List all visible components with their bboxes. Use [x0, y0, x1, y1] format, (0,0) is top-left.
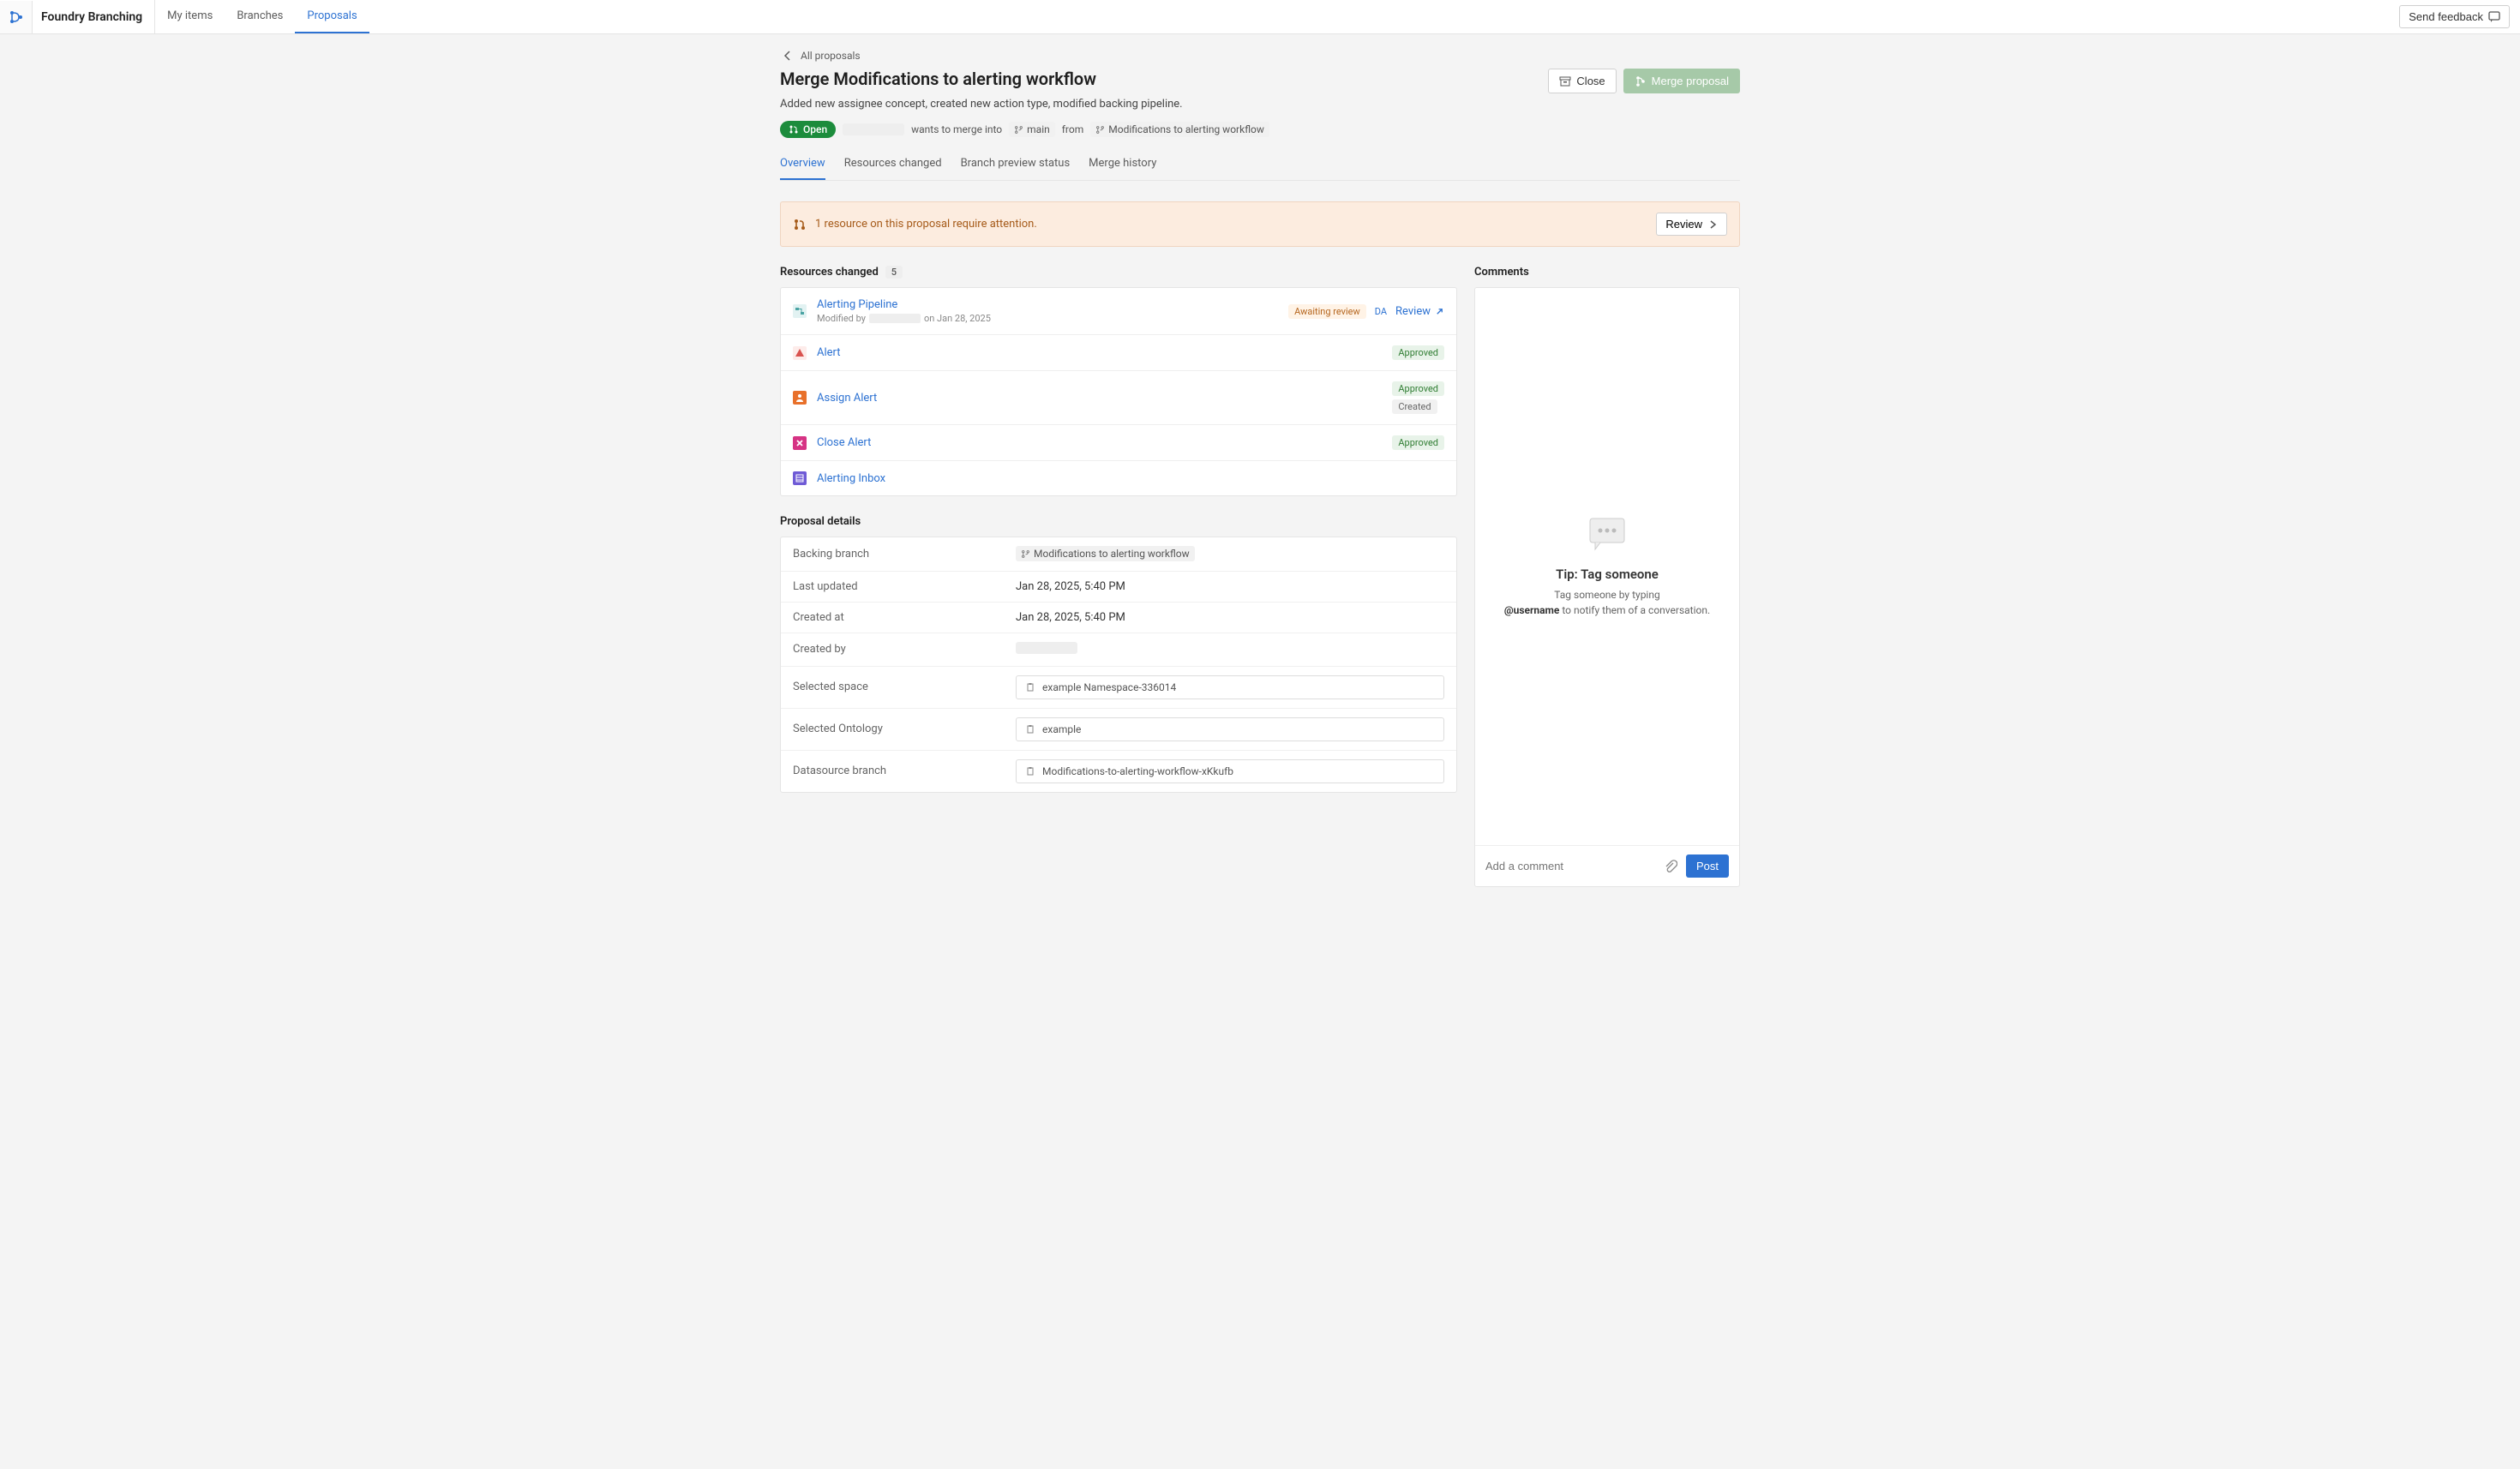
attention-banner: 1 resource on this proposal require atte…	[780, 201, 1740, 247]
inbox-icon	[793, 471, 807, 485]
comment-input[interactable]	[1485, 860, 1655, 872]
app-logo-icon	[0, 1, 33, 33]
last-updated-label: Last updated	[793, 580, 1016, 593]
banner-review-button[interactable]: Review	[1656, 213, 1727, 236]
source-branch-chip[interactable]: Modifications to alerting workflow	[1090, 122, 1269, 137]
approved-badge: Approved	[1392, 381, 1444, 396]
arrow-left-icon	[782, 50, 794, 62]
app-title: Foundry Branching	[33, 0, 155, 33]
resource-name[interactable]: Alerting Pipeline	[817, 298, 1278, 311]
created-by-label: Created by	[793, 643, 1016, 656]
status-line: Open wants to merge into main from Modif…	[780, 121, 1740, 138]
backing-branch-label: Backing branch	[793, 548, 1016, 561]
datasource-branch-field[interactable]: Modifications-to-alerting-workflow-xKkuf…	[1016, 759, 1444, 783]
resources-list: Alerting Pipeline Modified by on Jan 28,…	[780, 287, 1457, 496]
feedback-icon	[2488, 11, 2500, 23]
resource-name[interactable]: Alert	[817, 346, 1382, 359]
back-label: All proposals	[801, 50, 861, 62]
branch-icon	[1014, 125, 1023, 135]
resource-name[interactable]: Alerting Inbox	[817, 472, 1434, 485]
back-link[interactable]: All proposals	[780, 50, 861, 62]
clipboard-icon	[1025, 724, 1035, 734]
banner-text: 1 resource on this proposal require atte…	[815, 218, 1037, 231]
arrow-right-icon	[1707, 219, 1718, 230]
created-at-label: Created at	[793, 611, 1016, 624]
page-title: Merge Modifications to alerting workflow	[780, 69, 1096, 89]
clipboard-icon	[1025, 682, 1035, 693]
branch-icon	[1021, 549, 1030, 559]
modifier-redacted	[869, 314, 921, 323]
selected-ontology-label: Selected Ontology	[793, 723, 1016, 735]
merge-label: Merge proposal	[1652, 75, 1729, 87]
nav-tab-my-items[interactable]: My items	[155, 0, 225, 33]
close-button[interactable]: Close	[1548, 69, 1616, 93]
close-alert-icon	[793, 436, 807, 450]
subtab-branch-preview[interactable]: Branch preview status	[961, 150, 1071, 180]
archive-icon	[1559, 75, 1571, 87]
approved-badge: Approved	[1392, 435, 1444, 450]
nav-tab-branches[interactable]: Branches	[225, 0, 295, 33]
resource-row[interactable]: Assign Alert Approved Created	[781, 371, 1456, 425]
merge-icon	[1635, 75, 1647, 87]
nav-tabs: My items Branches Proposals	[155, 0, 369, 33]
resource-row[interactable]: Alerting Pipeline Modified by on Jan 28,…	[781, 288, 1456, 335]
resource-name[interactable]: Close Alert	[817, 436, 1382, 449]
resource-row[interactable]: Alert Approved	[781, 335, 1456, 371]
page-description: Added new assignee concept, created new …	[780, 98, 1740, 111]
datasource-branch-label: Datasource branch	[793, 764, 1016, 777]
chat-bubble-icon	[1585, 515, 1629, 555]
resources-heading: Resources changed 5	[780, 266, 1457, 279]
branch-icon	[1095, 125, 1105, 135]
post-button[interactable]: Post	[1686, 854, 1729, 878]
tip-text: Tag someone by typing @username to notif…	[1504, 587, 1710, 618]
comments-panel: Tip: Tag someone Tag someone by typing @…	[1474, 287, 1740, 887]
merge-text-2: from	[1062, 123, 1084, 135]
resource-row[interactable]: Close Alert Approved	[781, 425, 1456, 461]
clipboard-icon	[1025, 766, 1035, 776]
selected-space-field[interactable]: example Namespace-336014	[1016, 675, 1444, 699]
selected-space-label: Selected space	[793, 681, 1016, 693]
attachment-icon[interactable]	[1664, 860, 1677, 873]
resource-row[interactable]: Alerting Inbox	[781, 461, 1456, 495]
resources-count: 5	[885, 266, 903, 279]
comments-heading: Comments	[1474, 266, 1740, 279]
target-branch-chip[interactable]: main	[1009, 122, 1055, 137]
pull-request-icon	[789, 124, 799, 135]
details-heading: Proposal details	[780, 515, 1457, 528]
status-badge: Open	[780, 121, 836, 138]
backing-branch-chip[interactable]: Modifications to alerting workflow	[1016, 546, 1195, 561]
pull-request-warning-icon	[793, 218, 807, 231]
resource-subtext: Modified by on Jan 28, 2025	[817, 313, 1278, 324]
merge-text-1: wants to merge into	[911, 123, 1002, 135]
resource-name[interactable]: Assign Alert	[817, 392, 1382, 405]
author-redacted	[843, 123, 904, 135]
last-updated-value: Jan 28, 2025, 5:40 PM	[1016, 580, 1444, 593]
pipeline-icon	[793, 304, 807, 318]
resource-review-link[interactable]: Review	[1395, 305, 1444, 318]
sub-tabs: Overview Resources changed Branch previe…	[780, 150, 1740, 181]
selected-ontology-field[interactable]: example	[1016, 717, 1444, 741]
subtab-merge-history[interactable]: Merge history	[1089, 150, 1156, 180]
tip-title: Tip: Tag someone	[1556, 567, 1659, 582]
feedback-label: Send feedback	[2409, 10, 2483, 23]
created-by-redacted	[1016, 642, 1077, 654]
awaiting-review-badge: Awaiting review	[1288, 304, 1366, 319]
created-badge: Created	[1392, 399, 1437, 414]
alert-icon	[793, 346, 807, 360]
assign-icon	[793, 391, 807, 405]
close-label: Close	[1576, 75, 1605, 87]
nav-tab-proposals[interactable]: Proposals	[295, 0, 369, 33]
da-badge: DA	[1375, 306, 1387, 317]
subtab-overview[interactable]: Overview	[780, 150, 825, 180]
topbar: Foundry Branching My items Branches Prop…	[0, 0, 2520, 34]
proposal-details-card: Backing branch Modifications to alerting…	[780, 537, 1457, 793]
subtab-resources-changed[interactable]: Resources changed	[844, 150, 942, 180]
send-feedback-button[interactable]: Send feedback	[2399, 5, 2510, 28]
approved-badge: Approved	[1392, 345, 1444, 360]
merge-proposal-button[interactable]: Merge proposal	[1623, 69, 1740, 93]
external-link-icon	[1435, 307, 1444, 316]
created-at-value: Jan 28, 2025, 5:40 PM	[1016, 611, 1444, 624]
